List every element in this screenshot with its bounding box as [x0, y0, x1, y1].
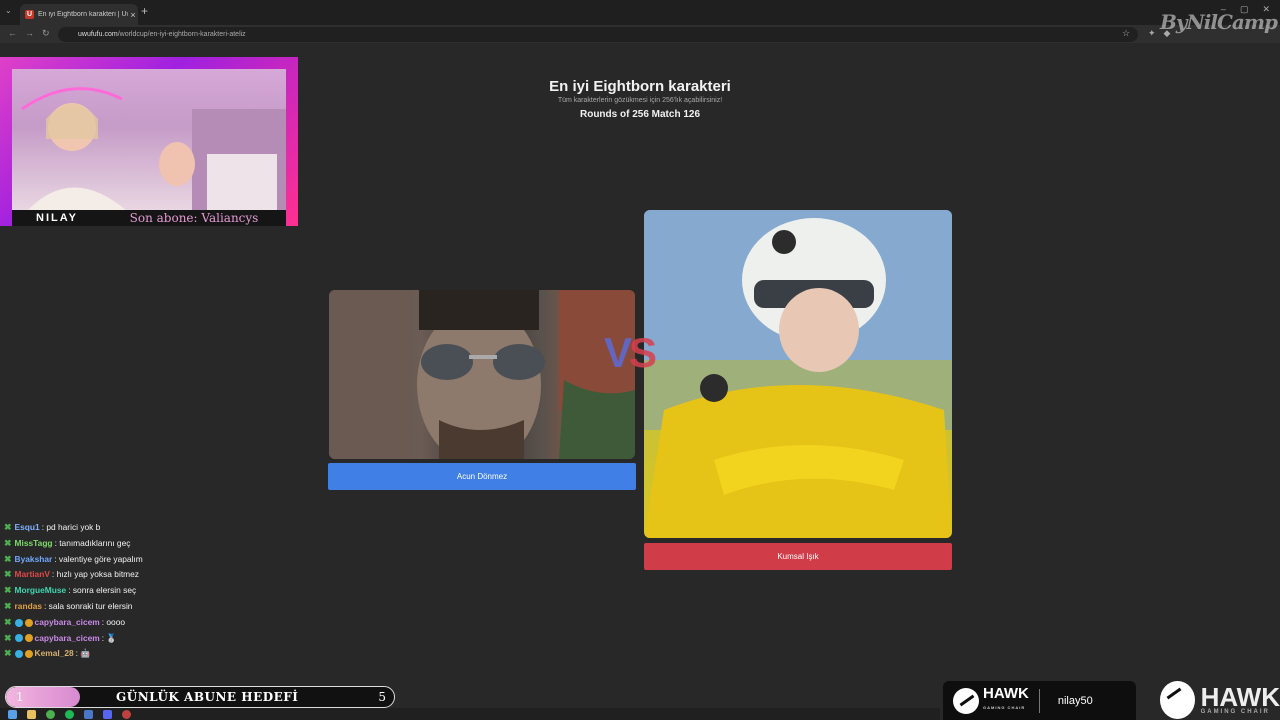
- badge-icon: ✖: [4, 553, 12, 564]
- chat-text: : pd harici yok b: [41, 522, 101, 532]
- chat-username: capybara_cicem: [34, 632, 100, 643]
- character-portrait-left: [329, 290, 635, 459]
- chat-text: : 🥈: [101, 632, 117, 643]
- discord-icon[interactable]: [103, 709, 112, 719]
- os-taskbar: [0, 708, 940, 720]
- tab-title: En iyi Eightborn karakteri | Uwu: [38, 11, 128, 18]
- browser-tab[interactable]: U En iyi Eightborn karakteri | Uwu ×: [20, 4, 138, 25]
- goal-target: 5: [378, 690, 386, 704]
- vs-v: V: [604, 329, 632, 376]
- left-choice-image[interactable]: [329, 290, 635, 459]
- badge-icon: ✖: [4, 616, 12, 627]
- hawk-logo-large: HAWK GAMING CHAIR: [1160, 680, 1280, 720]
- chat-username: randas: [14, 600, 43, 611]
- badge-icon: ✖: [4, 648, 12, 659]
- webcam-overlay: NILAY Son abone: Valiancys: [0, 57, 298, 226]
- vs-s: S: [629, 329, 657, 376]
- tab-bar: ⌄ U En iyi Eightborn karakteri | Uwu × +…: [0, 0, 1280, 25]
- close-tab-icon[interactable]: ×: [128, 10, 138, 20]
- badge-icon: ✖: [4, 632, 12, 643]
- right-choice-image[interactable]: [644, 210, 952, 538]
- new-tab-icon[interactable]: +: [141, 4, 148, 18]
- sponsor-brand-sub: GAMING CHAIR: [983, 704, 1026, 710]
- badge-icon: [14, 618, 23, 627]
- bookmark-star-icon[interactable]: ☆: [1122, 28, 1130, 39]
- tab-search-icon[interactable]: ⌄: [5, 6, 12, 15]
- sponsor-brand: HAWK GAMING CHAIR: [983, 684, 1029, 715]
- hawk-logo-icon: [953, 687, 979, 714]
- chat-username: Kemal_28: [34, 648, 74, 659]
- chat-message: ✖ MorgueMuse: sonra elersin seç: [4, 583, 294, 599]
- choose-right-button[interactable]: Kumsal Işık: [644, 543, 952, 570]
- badge-icon: [24, 634, 33, 643]
- chat-message: ✖ capybara_cicem: oooo: [4, 615, 294, 631]
- last-subscriber: Son abone: Valiancys: [129, 211, 259, 225]
- chat-username: Byakshar: [14, 553, 53, 564]
- chat-message: ✖ randas: sala sonraki tur elersin: [4, 599, 294, 615]
- sponsor-brand-name: HAWK: [983, 684, 1029, 702]
- divider: [1038, 688, 1040, 713]
- goal-label: GÜNLÜK ABUNE HEDEFİ: [116, 690, 299, 704]
- sponsor-code: nilay50: [1057, 694, 1093, 707]
- chat-text: : oooo: [101, 616, 126, 627]
- character-portrait-right: [644, 210, 952, 538]
- badge-icon: [24, 650, 33, 659]
- browser-toolbar: ← → ↻ uwufufu.com/worldcup/en-iyi-eightb…: [0, 25, 1280, 43]
- chat-text: : tanımadıklarını geç: [54, 537, 131, 548]
- chat-overlay: ✖ Esqu1: pd harici yok b ✖ MissTagg: tanıma…: [4, 520, 294, 662]
- chat-message: ✖ Byakshar: valentiye göre yapalım: [4, 552, 294, 568]
- chat-message: ✖ MartianV: hızlı yap yoksa bitmez: [4, 567, 294, 583]
- hawk-logo-icon: [1160, 681, 1195, 719]
- chat-text: : 🤖: [75, 648, 91, 659]
- streamer-name: NILAY: [36, 212, 78, 224]
- badge-icon: ✖: [4, 600, 12, 611]
- webcam-scene: [21, 87, 286, 211]
- back-icon[interactable]: ←: [8, 28, 17, 38]
- badge-icon: ✖: [4, 522, 12, 532]
- start-icon[interactable]: [8, 709, 17, 719]
- chat-text: : sonra elersin seç: [68, 585, 137, 596]
- chat-message: ✖ Kemal_28: 🤖: [4, 646, 294, 662]
- choose-left-button[interactable]: Acun Dönmez: [328, 463, 636, 490]
- spotify-icon[interactable]: [65, 709, 74, 719]
- url-path: /worldcup/en-iyi-eightborn-karakteri-ate…: [117, 31, 246, 38]
- hawk-brand-name: HAWK: [1200, 682, 1280, 712]
- chat-text: : valentiye göre yapalım: [54, 553, 143, 564]
- vs-label: VS: [604, 329, 657, 376]
- address-bar[interactable]: uwufufu.com/worldcup/en-iyi-eightborn-ka…: [58, 27, 1138, 42]
- badge-icon: ✖: [4, 537, 12, 548]
- app-icon[interactable]: [122, 709, 131, 719]
- favicon-icon: U: [25, 10, 34, 19]
- reload-icon[interactable]: ↻: [42, 28, 50, 39]
- webcam-feed: [12, 69, 286, 211]
- watermark-logo: ByNilCamp: [1160, 10, 1278, 34]
- badge-icon: ✖: [4, 569, 12, 580]
- chat-message: ✖ Esqu1: pd harici yok b: [4, 520, 294, 536]
- chat-text: : hızlı yap yoksa bitmez: [51, 569, 139, 580]
- webcam-caption: NILAY Son abone: Valiancys: [12, 210, 286, 226]
- chat-username: Esqu1: [14, 522, 40, 532]
- hawk-brand-sub: GAMING CHAIR: [1200, 709, 1270, 715]
- chat-username: MissTagg: [14, 537, 53, 548]
- badge-icon: [14, 634, 23, 643]
- chat-username: capybara_cicem: [34, 616, 100, 627]
- chat-message: ✖ MissTagg: tanımadıklarını geç: [4, 536, 294, 552]
- chat-username: MorgueMuse: [14, 585, 67, 596]
- chat-text: : sala sonraki tur elersin: [44, 600, 133, 611]
- sponsor-banner: HAWK GAMING CHAIR nilay50: [943, 681, 1136, 720]
- chat-username: MartianV: [14, 569, 50, 580]
- subscriber-goal-bar: 1 GÜNLÜK ABUNE HEDEFİ 5: [5, 686, 395, 708]
- goal-current: 1: [16, 690, 24, 704]
- chrome-icon[interactable]: [46, 709, 55, 719]
- badge-icon: [24, 618, 33, 627]
- badge-icon: ✖: [4, 585, 12, 596]
- forward-icon[interactable]: →: [25, 28, 34, 38]
- badge-icon: [14, 650, 23, 659]
- url-host: uwufufu.com: [78, 31, 118, 38]
- chat-message: ✖ capybara_cicem: 🥈: [4, 631, 294, 647]
- file-explorer-icon[interactable]: [27, 709, 36, 719]
- extension-icon[interactable]: ✦: [1148, 28, 1156, 39]
- hawk-brand: HAWK GAMING CHAIR: [1200, 682, 1280, 715]
- app-icon[interactable]: [84, 709, 93, 719]
